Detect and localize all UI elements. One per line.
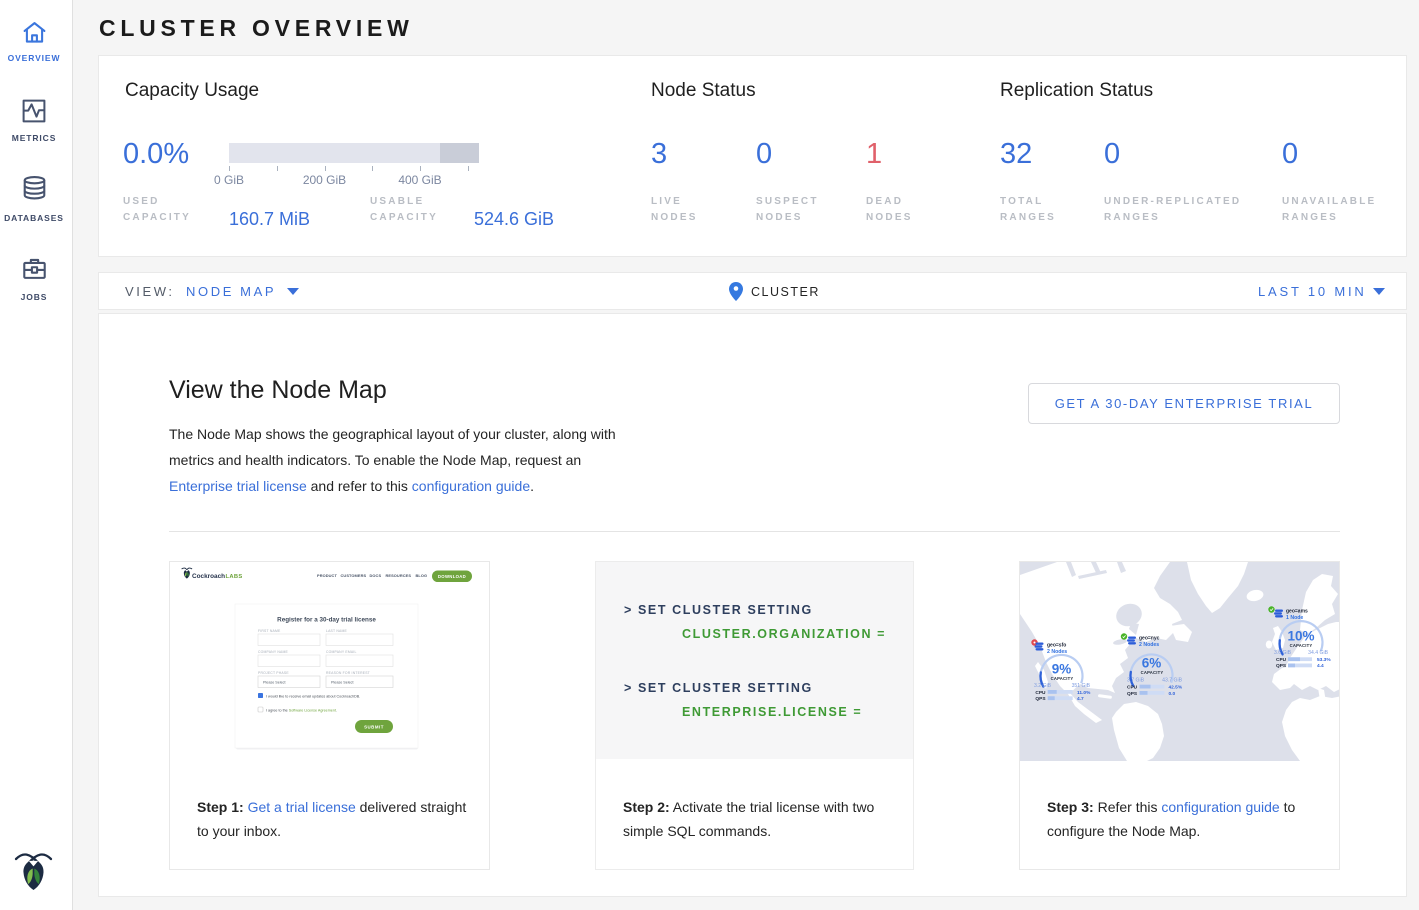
svg-text:CAPACITY: CAPACITY bbox=[1290, 643, 1313, 648]
svg-text:I would like to receive email: I would like to receive email updates ab… bbox=[266, 695, 360, 699]
svg-text:Register for a 30-day trial li: Register for a 30-day trial license bbox=[277, 617, 376, 624]
svg-text:11.0%: 11.0% bbox=[1077, 690, 1091, 696]
svg-text:geo=nyc: geo=nyc bbox=[1139, 636, 1160, 642]
svg-text:REASON FOR INTEREST: REASON FOR INTEREST bbox=[326, 671, 370, 675]
svg-text:COMPANY EMAIL: COMPANY EMAIL bbox=[326, 650, 357, 654]
svg-text:QPS: QPS bbox=[1127, 691, 1138, 697]
svg-text:QPS: QPS bbox=[1035, 696, 1046, 702]
svg-text:CPU: CPU bbox=[1276, 657, 1287, 663]
svg-text:DOWNLOAD: DOWNLOAD bbox=[438, 574, 466, 579]
svg-text:34.4 GiB: 34.4 GiB bbox=[1308, 650, 1328, 656]
svg-text:Cockroach: Cockroach bbox=[192, 573, 225, 580]
svg-text:CAPACITY: CAPACITY bbox=[1051, 676, 1074, 681]
svg-text:10%: 10% bbox=[1287, 629, 1314, 644]
svg-text:CPU: CPU bbox=[1127, 685, 1138, 691]
svg-text:3.6 GiB: 3.6 GiB bbox=[1274, 650, 1292, 656]
svg-text:3.7 GiB: 3.7 GiB bbox=[1127, 678, 1145, 684]
svg-text:43.7 GiB: 43.7 GiB bbox=[1162, 678, 1182, 684]
svg-text:QPS: QPS bbox=[1276, 663, 1287, 669]
svg-text:3.2 GiB: 3.2 GiB bbox=[1034, 683, 1052, 689]
svg-text:SUBMIT: SUBMIT bbox=[364, 725, 384, 730]
svg-text:42.5%: 42.5% bbox=[1169, 685, 1183, 691]
svg-text:53.3%: 53.3% bbox=[1317, 657, 1331, 663]
svg-text:PRODUCT: PRODUCT bbox=[317, 573, 337, 578]
svg-text:LAST NAME: LAST NAME bbox=[326, 629, 347, 633]
svg-text:CUSTOMERS: CUSTOMERS bbox=[341, 573, 367, 578]
svg-text:LABS: LABS bbox=[226, 574, 243, 580]
svg-text:geo=ams: geo=ams bbox=[1286, 609, 1308, 615]
svg-text:COMPANY NAME: COMPANY NAME bbox=[258, 650, 289, 654]
svg-text:0.0: 0.0 bbox=[1169, 691, 1176, 697]
svg-text:I agree to the Software Licens: I agree to the Software License Agreemen… bbox=[266, 709, 337, 713]
svg-text:Please Select: Please Select bbox=[263, 681, 286, 685]
svg-text:CPU: CPU bbox=[1035, 690, 1046, 696]
svg-text:BLOG: BLOG bbox=[416, 573, 428, 578]
svg-text:2 Nodes: 2 Nodes bbox=[1139, 642, 1159, 648]
svg-text:DOCS: DOCS bbox=[370, 573, 382, 578]
svg-text:4.7: 4.7 bbox=[1077, 696, 1084, 702]
svg-text:351 GiB: 351 GiB bbox=[1072, 683, 1091, 689]
svg-text:6%: 6% bbox=[1142, 656, 1162, 671]
svg-text:Please Select: Please Select bbox=[331, 681, 354, 685]
svg-text:PROJECT PHASE: PROJECT PHASE bbox=[258, 671, 289, 675]
svg-text:4.4: 4.4 bbox=[1317, 663, 1324, 669]
svg-text:RESOURCES: RESOURCES bbox=[386, 573, 412, 578]
svg-text:CAPACITY: CAPACITY bbox=[1141, 670, 1164, 675]
svg-text:geo=sfo: geo=sfo bbox=[1047, 643, 1066, 649]
svg-text:9%: 9% bbox=[1052, 662, 1072, 677]
svg-text:FIRST NAME: FIRST NAME bbox=[258, 629, 281, 633]
